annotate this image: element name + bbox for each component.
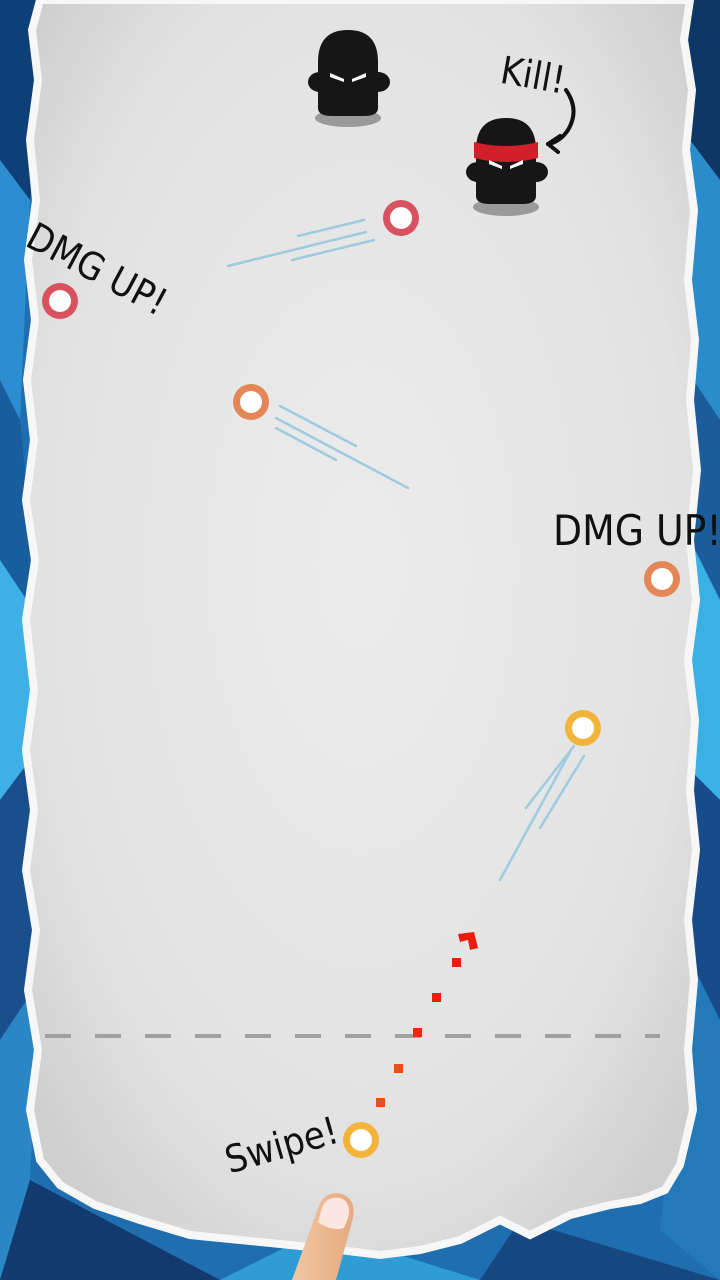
ring-ball-icon[interactable]	[644, 561, 680, 597]
game-stage[interactable]	[0, 0, 720, 1280]
ring-ball-icon[interactable]	[383, 200, 419, 236]
ring-ball-icon[interactable]	[42, 283, 78, 319]
player-ball[interactable]	[343, 1122, 379, 1158]
ring-ball-icon[interactable]	[233, 384, 269, 420]
ring-ball-icon[interactable]	[565, 710, 601, 746]
dmg-up-label-right: DMG UP!	[553, 506, 720, 555]
paper-playfield	[21, 0, 702, 1260]
